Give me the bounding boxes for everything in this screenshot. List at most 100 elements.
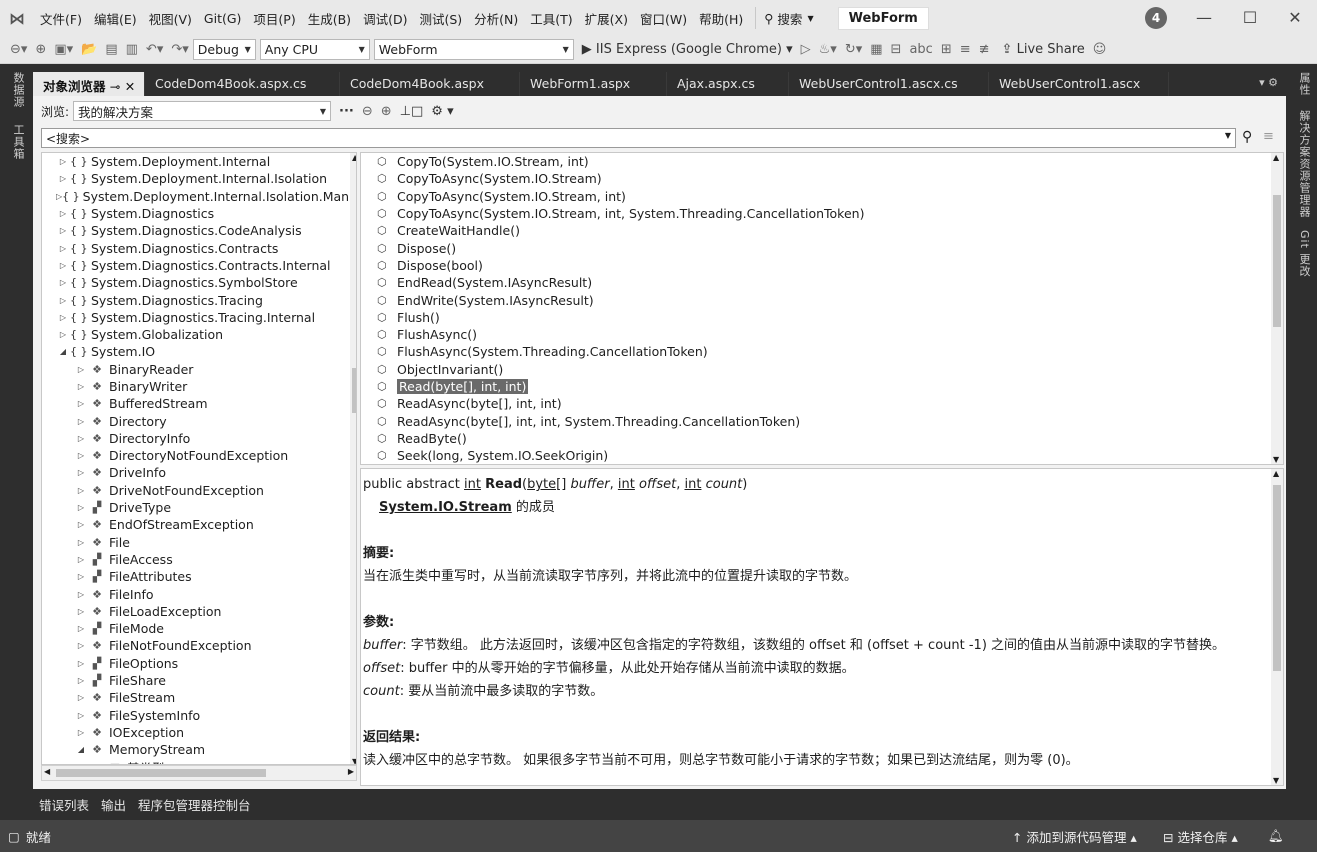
member-item[interactable]: ⬡ CopyToAsync(System.IO.Stream, int, Syst… bbox=[361, 205, 1283, 222]
scroll-up-icon[interactable]: ▲ bbox=[1273, 469, 1279, 478]
expand-icon[interactable]: ▷ bbox=[74, 503, 88, 512]
tab-object-browser[interactable]: 对象浏览器 ⊸ ✕ bbox=[33, 72, 145, 96]
tab-webusercontrol1-ascx[interactable]: WebUserControl1.ascx bbox=[989, 72, 1169, 96]
tree-item[interactable]: ▷ ❖ BufferedStream bbox=[42, 395, 356, 412]
menu-item[interactable]: 测试(S) bbox=[413, 9, 468, 28]
tree-item[interactable]: ▷ ❖ BinaryWriter bbox=[42, 378, 356, 395]
spell-check-icon[interactable]: abc bbox=[905, 42, 936, 57]
member-item[interactable]: ⬡ FlushAsync(System.Threading.Cancellatio… bbox=[361, 343, 1283, 360]
chevron-down-icon[interactable]: ▼ bbox=[1225, 131, 1231, 140]
expand-icon[interactable]: ▷ bbox=[74, 676, 88, 685]
expand-icon[interactable]: ▷ bbox=[56, 209, 70, 218]
scroll-thumb[interactable] bbox=[1273, 485, 1281, 671]
tree-item[interactable]: ◢ ❖ MemoryStream bbox=[42, 741, 356, 758]
tree-item[interactable]: ▷ ❖ BinaryReader bbox=[42, 361, 356, 378]
tree-item[interactable]: ▷ ❖ FileStream bbox=[42, 689, 356, 706]
settings-icon[interactable]: ⚙ ▾ bbox=[427, 104, 457, 119]
data-sources-tab[interactable]: 数据源 bbox=[10, 72, 26, 108]
properties-tab[interactable]: 属性 bbox=[1296, 72, 1312, 96]
scroll-down-icon[interactable]: ▼ bbox=[352, 757, 356, 764]
scroll-thumb[interactable] bbox=[1273, 195, 1281, 327]
tree-item[interactable]: ▷ ❖ DriveNotFoundException bbox=[42, 482, 356, 499]
tab-overflow-icon[interactable]: ▾ ⚙ bbox=[1169, 72, 1286, 96]
expand-icon[interactable]: ▷ bbox=[74, 711, 88, 720]
tab-error-list[interactable]: 错误列表 bbox=[33, 795, 95, 814]
menu-item[interactable]: Git(G) bbox=[198, 11, 248, 26]
expand-icon[interactable]: ▷ bbox=[74, 693, 88, 702]
tab-webusercontrol1-ascx-cs[interactable]: WebUserControl1.ascx.cs bbox=[789, 72, 989, 96]
feedback-icon[interactable]: ☺ bbox=[1089, 42, 1111, 57]
tree-item[interactable]: ▷▦基类型 bbox=[42, 758, 356, 764]
menu-item[interactable]: 调试(D) bbox=[357, 9, 413, 28]
menu-item[interactable]: 工具(T) bbox=[524, 9, 578, 28]
tree-item[interactable]: ▷ ❖ DirectoryNotFoundException bbox=[42, 447, 356, 464]
member-of-link[interactable]: System.IO.Stream bbox=[379, 500, 512, 515]
forward-icon[interactable]: ⊕ bbox=[31, 42, 50, 57]
scroll-up-icon[interactable]: ▲ bbox=[352, 153, 356, 162]
tree-item[interactable]: ▷{ } System.Diagnostics.SymbolStore bbox=[42, 274, 356, 291]
expand-icon[interactable]: ▷ bbox=[56, 174, 70, 183]
browse-scope-select[interactable]: 我的解决方案 ▼ bbox=[73, 101, 332, 121]
pin-icon[interactable]: ⊸ bbox=[110, 79, 120, 94]
member-item[interactable]: ⬡ Dispose() bbox=[361, 239, 1283, 256]
member-item[interactable]: ⬡ CreateWaitHandle() bbox=[361, 222, 1283, 239]
expand-icon[interactable]: ▷ bbox=[56, 313, 70, 322]
expand-icon[interactable]: ▷ bbox=[56, 330, 70, 339]
git-changes-tab[interactable]: Git 更改 bbox=[1296, 230, 1312, 277]
param-type-link[interactable]: byte[] bbox=[527, 477, 566, 492]
tree-item[interactable]: ▷ ▞ FileShare bbox=[42, 672, 356, 689]
tree-item[interactable]: ▷ ▞ FileAttributes bbox=[42, 568, 356, 585]
add-reference-icon[interactable]: ⊥□ bbox=[396, 104, 428, 119]
tree-item[interactable]: ▷ ▞ FileMode bbox=[42, 620, 356, 637]
add-to-source-control-button[interactable]: ↑ 添加到源代码管理 ▴ bbox=[1012, 827, 1137, 846]
expand-icon[interactable]: ▷ bbox=[74, 399, 88, 408]
tree-item[interactable]: ▷{ } System.Globalization bbox=[42, 326, 356, 343]
expand-icon[interactable]: ▷ bbox=[74, 451, 88, 460]
menu-item[interactable]: 视图(V) bbox=[143, 9, 198, 28]
member-item[interactable]: ⬡ EndWrite(System.IAsyncResult) bbox=[361, 291, 1283, 308]
expand-icon[interactable]: ▷ bbox=[74, 382, 88, 391]
live-share-button[interactable]: ⇪ Live Share bbox=[998, 42, 1089, 57]
new-project-icon[interactable]: ▣▾ bbox=[50, 42, 77, 57]
scroll-left-icon[interactable]: ◀ bbox=[44, 767, 50, 776]
tab-codedom4book-aspx-cs[interactable]: CodeDom4Book.aspx.cs bbox=[145, 72, 340, 96]
configuration-select[interactable]: Debug ▼ bbox=[192, 39, 256, 60]
search-icon[interactable]: ⚲ bbox=[1242, 129, 1252, 145]
tree-item[interactable]: ▷ ▞ FileOptions bbox=[42, 655, 356, 672]
scroll-down-icon[interactable]: ▼ bbox=[1273, 455, 1279, 464]
tab-output[interactable]: 输出 bbox=[95, 795, 132, 814]
menu-item[interactable]: 生成(B) bbox=[302, 9, 357, 28]
format-icon[interactable]: ⊞ bbox=[937, 42, 956, 57]
scroll-thumb[interactable] bbox=[56, 769, 266, 777]
menu-item[interactable]: 分析(N) bbox=[468, 9, 524, 28]
member-item[interactable]: ⬡ ReadAsync(byte[], int, int) bbox=[361, 395, 1283, 412]
expand-icon[interactable]: ▷ bbox=[56, 296, 70, 305]
back-icon[interactable]: ⊖▾ bbox=[0, 42, 31, 57]
expand-icon[interactable]: ▷ bbox=[56, 157, 70, 166]
menu-item[interactable]: 窗口(W) bbox=[634, 9, 693, 28]
browser-link-icon[interactable]: ▦ bbox=[866, 42, 886, 57]
expand-icon[interactable]: ▷ bbox=[74, 624, 88, 633]
tree-item[interactable]: ▷{ } System.Diagnostics.Contracts.Interna… bbox=[42, 257, 356, 274]
search-button[interactable]: ⚲ 搜索 ▼ bbox=[755, 7, 821, 29]
tree-item[interactable]: ▷{ } System.Diagnostics bbox=[42, 205, 356, 222]
member-item[interactable]: ⬡ ReadAsync(byte[], int, int, System.Thre… bbox=[361, 412, 1283, 429]
expand-icon[interactable]: ▷ bbox=[56, 261, 70, 270]
member-item[interactable]: ⬡ Dispose(bool) bbox=[361, 257, 1283, 274]
scroll-right-icon[interactable]: ▶ bbox=[348, 767, 354, 776]
back-icon[interactable]: ⊖ bbox=[358, 104, 377, 119]
member-item[interactable]: ⬡ ReadByte() bbox=[361, 430, 1283, 447]
scroll-thumb[interactable] bbox=[352, 368, 356, 413]
tree-item[interactable]: ▷ ❖ FileLoadException bbox=[42, 603, 356, 620]
tree-item[interactable]: ▷{ } System.Diagnostics.CodeAnalysis bbox=[42, 222, 356, 239]
expand-icon[interactable]: ▷ bbox=[74, 659, 88, 668]
description-scrollbar[interactable]: ▲ ▼ bbox=[1271, 469, 1283, 785]
expand-icon[interactable]: ▷ bbox=[56, 278, 70, 287]
forward-icon[interactable]: ⊕ bbox=[377, 104, 396, 119]
expand-icon[interactable]: ▷ bbox=[74, 555, 88, 564]
scroll-up-icon[interactable]: ▲ bbox=[1273, 153, 1279, 162]
tree-item[interactable]: ▷ ❖ File bbox=[42, 534, 356, 551]
open-icon[interactable]: 📂 bbox=[77, 42, 101, 57]
member-item[interactable]: ⬡ EndRead(System.IAsyncResult) bbox=[361, 274, 1283, 291]
start-without-debug-icon[interactable]: ▷ bbox=[797, 42, 815, 57]
